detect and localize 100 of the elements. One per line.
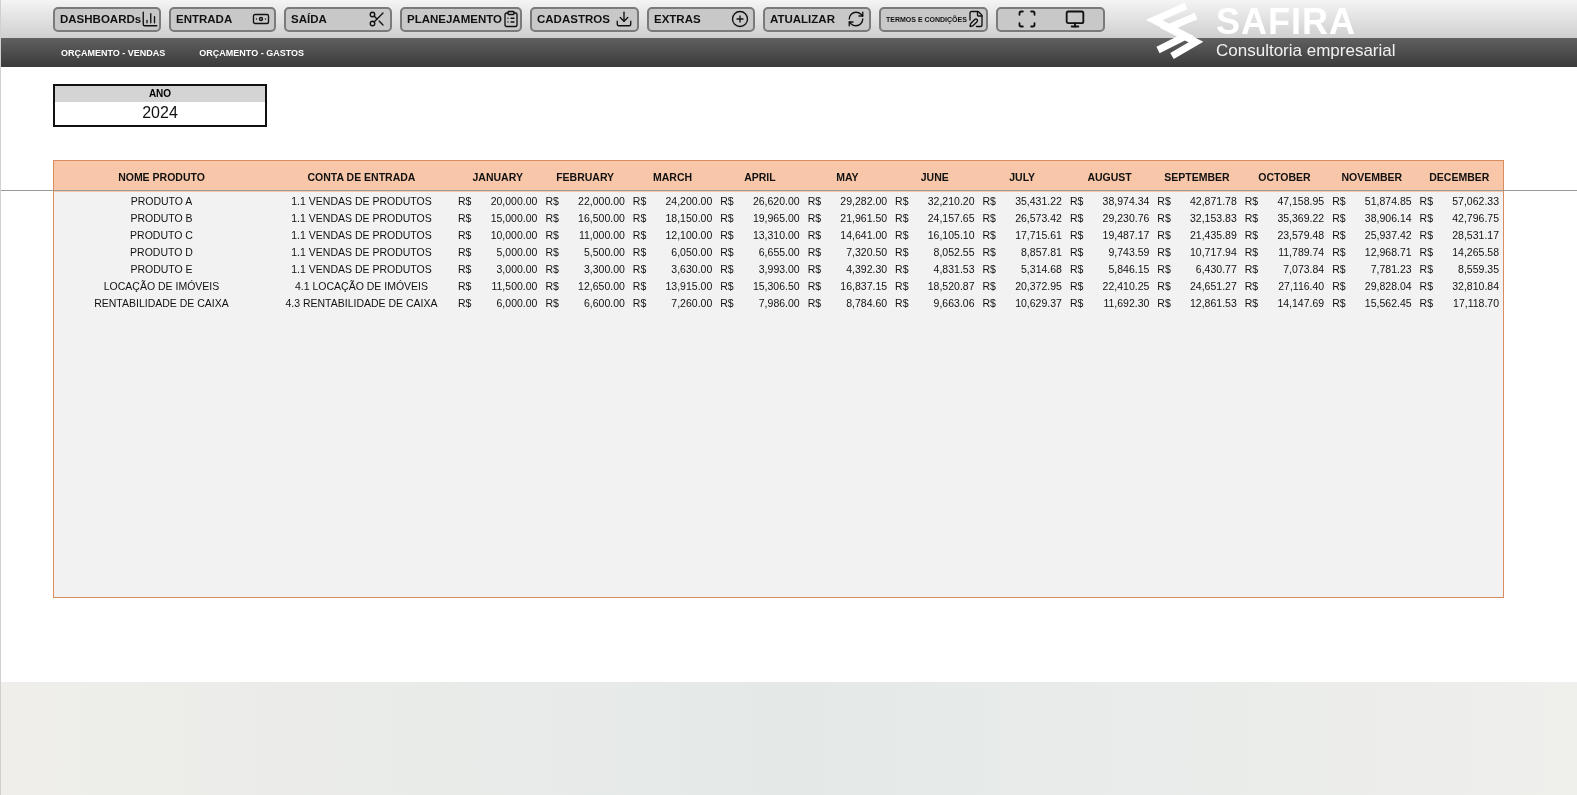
column-header: CONTA DE ENTRADA [306, 170, 417, 183]
column-header: MARCH [652, 170, 694, 183]
amount-cell: 9,663.06 [933, 296, 975, 309]
amount-cell: 14,265.58 [1452, 245, 1499, 258]
amount-cell: 21,961.50 [840, 211, 888, 224]
table-cell-text: PRODUTO B [129, 211, 194, 224]
amount-cell: 24,157.65 [927, 211, 975, 224]
column-header: OCTOBER [1257, 170, 1312, 183]
currency-symbol: R$ [1244, 194, 1259, 207]
currency-symbol: R$ [1157, 194, 1171, 207]
currency-symbol: R$ [632, 279, 647, 292]
view-button[interactable] [996, 6, 1105, 32]
amount-cell: 16,837.15 [840, 279, 888, 292]
currency-symbol: R$ [545, 279, 559, 292]
currency-symbol: R$ [632, 262, 647, 275]
toolbar-button[interactable]: ENTRADA [169, 6, 276, 32]
currency-symbol: R$ [720, 262, 734, 275]
amount-cell: 20,000.00 [490, 194, 538, 207]
currency-symbol: R$ [1244, 296, 1259, 309]
amount-cell: 20,372.95 [1015, 279, 1062, 292]
column-header: JANUARY [471, 170, 524, 183]
toolbar-button[interactable]: CADASTROS [530, 6, 639, 32]
table-cell-text: 1.1 VENDAS DE PRODUTOS [290, 262, 433, 275]
toolbar-button[interactable]: DASHBOARDs [53, 6, 161, 32]
column-header: SEPTEMBER [1163, 170, 1231, 183]
table-cell-text: 1.1 VENDAS DE PRODUTOS [290, 245, 433, 258]
currency-symbol: R$ [1157, 211, 1171, 224]
currency-symbol: R$ [545, 228, 559, 241]
currency-symbol: R$ [895, 296, 909, 309]
amount-cell: 11,000.00 [578, 228, 625, 241]
amount-cell: 15,000.00 [490, 211, 538, 224]
currency-symbol: R$ [458, 194, 472, 207]
table-cell-text: 4.1 LOCAÇÃO DE IMÓVEIS [293, 279, 429, 292]
currency-symbol: R$ [1419, 211, 1433, 224]
amount-cell: 12,861.53 [1190, 296, 1237, 309]
toolbar-button[interactable]: PLANEJAMENTO [400, 6, 522, 32]
table-cell-text: PRODUTO A [129, 194, 194, 207]
amount-cell: 8,784.60 [846, 296, 888, 309]
column-header: NOME PRODUTO [117, 170, 206, 183]
currency-symbol: R$ [1419, 245, 1433, 258]
currency-symbol: R$ [1069, 262, 1084, 275]
submenu-link[interactable]: ORÇAMENTO - VENDAS [61, 47, 166, 58]
logo-mark-icon [1146, 2, 1204, 60]
amount-cell: 12,100.00 [665, 228, 713, 241]
currency-symbol: R$ [982, 279, 996, 292]
amount-cell: 23,579.48 [1277, 228, 1325, 241]
amount-cell: 17,715.61 [1015, 228, 1062, 241]
monitor-icon [1065, 9, 1085, 29]
column-header: DECEMBER [1428, 170, 1491, 183]
currency-symbol: R$ [1332, 262, 1346, 275]
currency-symbol: R$ [1157, 279, 1171, 292]
amount-cell: 26,620.00 [752, 194, 800, 207]
toolbar-button[interactable]: SAÍDA [284, 6, 392, 32]
currency-symbol: R$ [720, 296, 734, 309]
toolbar-button[interactable]: EXTRAS [647, 6, 755, 32]
currency-symbol: R$ [1069, 296, 1084, 309]
currency-symbol: R$ [895, 279, 909, 292]
currency-symbol: R$ [1244, 228, 1259, 241]
toolbar-button[interactable]: ATUALIZAR [763, 6, 871, 32]
amount-cell: 17,118.70 [1453, 296, 1499, 309]
currency-symbol: R$ [1332, 211, 1346, 224]
amount-cell: 7,781.23 [1370, 262, 1412, 275]
amount-cell: 13,310.00 [752, 228, 800, 241]
column-header: AUGUST [1086, 170, 1133, 183]
amount-cell: 11,692.30 [1103, 296, 1150, 309]
year-filter[interactable]: ANO 2024 [53, 84, 267, 127]
currency-symbol: R$ [807, 262, 822, 275]
amount-cell: 32,210.20 [927, 194, 975, 207]
column-header: FEBRUARY [555, 170, 616, 183]
amount-cell: 8,052.55 [933, 245, 975, 258]
submenu-link[interactable]: ORÇAMENTO - GASTOS [199, 47, 305, 58]
currency-symbol: R$ [982, 228, 996, 241]
download-icon [615, 10, 633, 28]
currency-symbol: R$ [720, 211, 734, 224]
logo-tagline: Consultoria empresarial [1216, 41, 1396, 59]
clipboard-icon [502, 10, 520, 28]
currency-symbol: R$ [458, 228, 472, 241]
amount-cell: 7,260.00 [671, 296, 713, 309]
year-value: 2024 [141, 103, 179, 123]
currency-symbol: R$ [458, 245, 472, 258]
amount-cell: 38,906.14 [1364, 211, 1412, 224]
amount-cell: 25,937.42 [1364, 228, 1412, 241]
amount-cell: 28,531.17 [1452, 228, 1499, 241]
amount-cell: 8,559.35 [1458, 262, 1499, 275]
amount-cell: 32,810.84 [1452, 279, 1499, 292]
currency-symbol: R$ [720, 279, 734, 292]
currency-symbol: R$ [720, 228, 734, 241]
amount-cell: 6,000.00 [496, 296, 538, 309]
amount-cell: 10,629.37 [1015, 296, 1062, 309]
amount-cell: 7,320.50 [846, 245, 888, 258]
currency-symbol: R$ [458, 296, 472, 309]
currency-symbol: R$ [632, 245, 647, 258]
currency-symbol: R$ [1157, 245, 1171, 258]
currency-symbol: R$ [458, 262, 472, 275]
amount-cell: 35,369.22 [1277, 211, 1325, 224]
currency-symbol: R$ [895, 194, 909, 207]
currency-symbol: R$ [545, 296, 559, 309]
amount-cell: 15,562.45 [1364, 296, 1412, 309]
amount-cell: 10,717.94 [1190, 245, 1237, 258]
column-header: JUNE [919, 170, 950, 183]
